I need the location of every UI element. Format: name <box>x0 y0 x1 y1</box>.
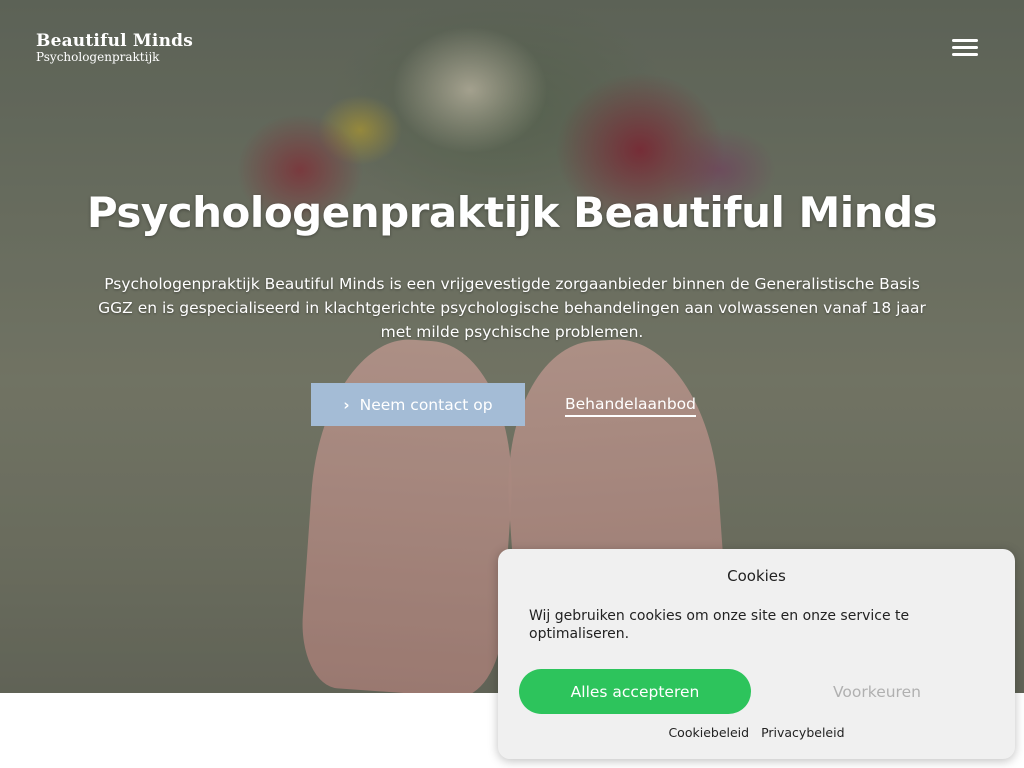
privacy-policy-link[interactable]: Privacybeleid <box>761 725 844 740</box>
cookie-policy-links: Cookiebeleid Privacybeleid <box>498 725 1015 740</box>
logo-title: Beautiful Minds <box>36 31 194 51</box>
site-logo[interactable]: Beautiful Minds Psychologenpraktijk <box>36 31 193 64</box>
hero-title: Psychologenpraktijk Beautiful Minds <box>86 188 938 237</box>
cookie-policy-link[interactable]: Cookiebeleid <box>668 725 749 740</box>
cookie-banner-message: Wij gebruiken cookies om onze site en on… <box>529 608 910 642</box>
cookie-banner-title: Cookies <box>727 567 786 585</box>
cookie-preferences-button[interactable]: Voorkeuren <box>781 669 973 714</box>
cookie-banner: Cookies Wij gebruiken cookies om onze si… <box>498 549 1015 759</box>
contact-button[interactable]: › Neem contact op <box>311 383 525 426</box>
contact-button-label: Neem contact op <box>359 395 493 414</box>
treatment-offer-link[interactable]: Behandelaanbod <box>565 395 696 417</box>
hamburger-menu-icon[interactable] <box>952 38 980 60</box>
logo-subtitle: Psychologenpraktijk <box>36 50 160 64</box>
hero-description: Psychologenpraktijk Beautiful Minds is e… <box>98 275 926 341</box>
accept-all-cookies-button[interactable]: Alles accepteren <box>519 669 751 714</box>
chevron-right-icon: › <box>343 395 350 414</box>
